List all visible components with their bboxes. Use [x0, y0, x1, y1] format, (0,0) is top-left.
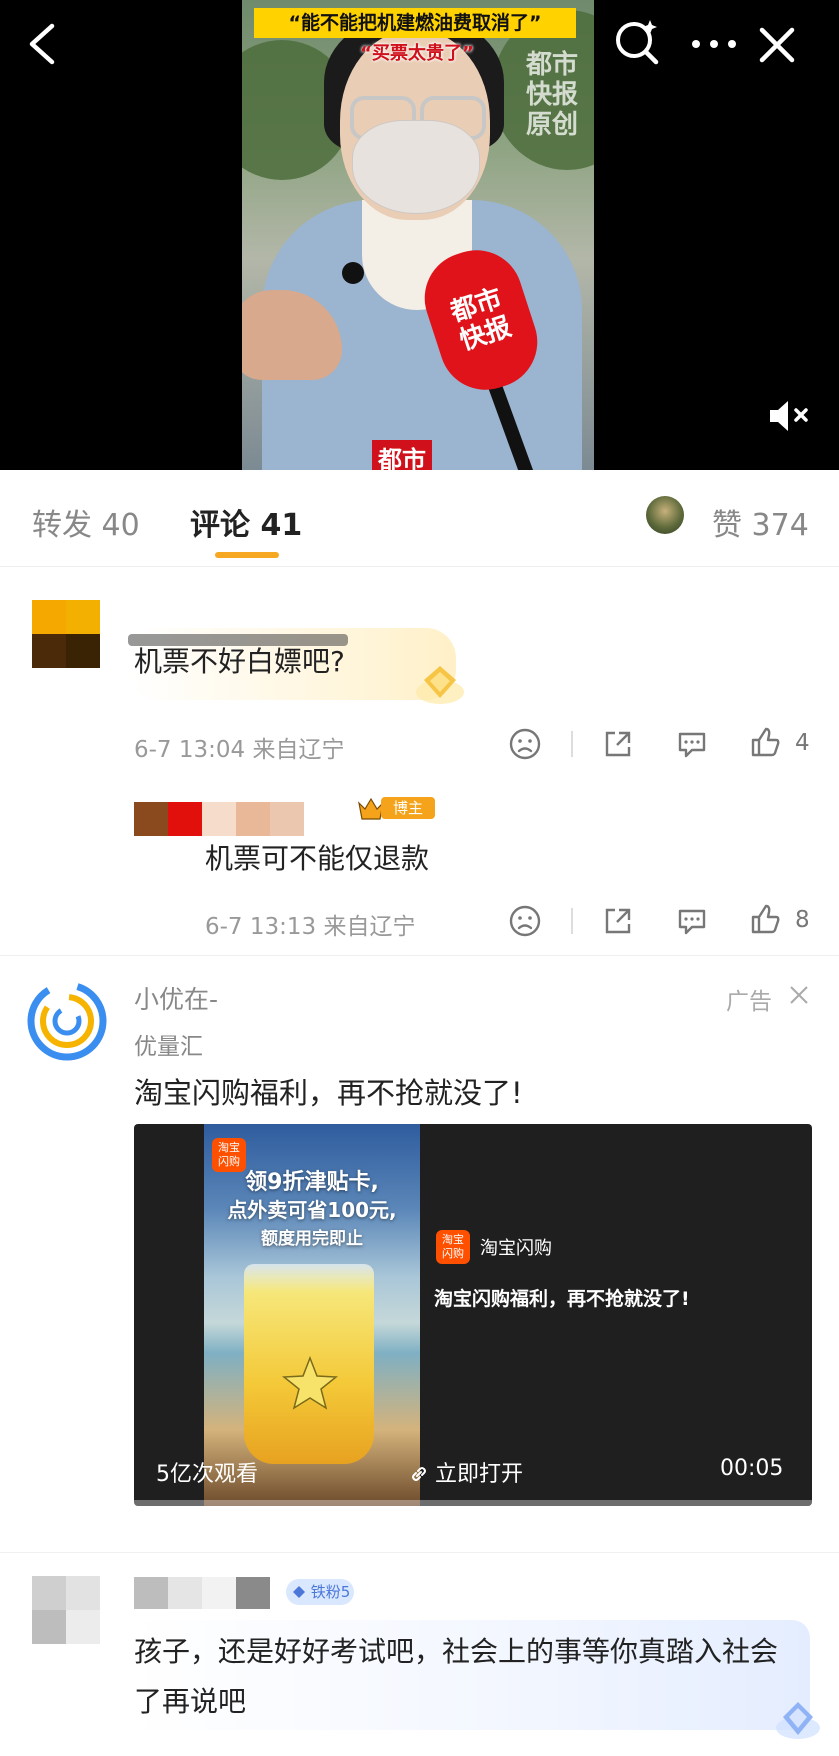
avatar-pixel	[32, 1576, 66, 1610]
ad-video[interactable]: 淘宝 闪购 领9折津贴卡, 点外卖可省100元, 额度用完即止 淘宝 闪购 淘宝…	[134, 1124, 812, 1506]
ad-account-name[interactable]: 小优在-	[134, 980, 218, 1016]
mic-text: 都市 快报	[446, 283, 515, 357]
blurred-username	[134, 1577, 270, 1609]
diamond-icon	[293, 1586, 305, 1598]
bubble-decoration-icon	[776, 1702, 820, 1739]
face-mask	[352, 120, 480, 214]
fan-badge-label: 铁粉5	[310, 1583, 351, 1601]
interaction-tabs: 转发 40 评论 41 赞 374	[0, 470, 839, 567]
avatar-pixel	[66, 600, 100, 634]
open-link-button[interactable]: 立即打开	[410, 1456, 523, 1488]
back-icon[interactable]	[24, 22, 64, 66]
fan-badge: 铁粉5	[286, 1579, 354, 1605]
active-tab-indicator	[215, 552, 279, 558]
avatar-pixel	[32, 600, 66, 634]
video-banner-title: “能不能把机建燃油费取消了”	[254, 8, 576, 38]
section-divider	[0, 1552, 839, 1553]
app-icon: 淘宝 闪购	[436, 1230, 470, 1264]
blur-pixel	[134, 1577, 168, 1609]
video-frame: 都市 快报 “能不能把机建燃油费取消了” “买票太贵了” 都市 快报 原创 都市	[242, 0, 594, 470]
share-icon[interactable]	[601, 727, 635, 761]
blur-pixel	[168, 1577, 202, 1609]
avatar-pixel	[66, 1576, 100, 1610]
blur-pixel	[236, 802, 270, 836]
advertiser-logo[interactable]	[26, 980, 108, 1062]
blur-pixel	[134, 802, 168, 836]
star-decoration-icon	[281, 1355, 339, 1410]
section-divider	[0, 955, 839, 956]
poster-line: 额度用完即止	[261, 1229, 363, 1249]
video-slogan: 淘宝闪购福利，再不抢就没了!	[434, 1288, 690, 1310]
app-name: 淘宝闪购	[480, 1238, 552, 1259]
comment-text: 机票可不能仅退款	[205, 842, 430, 875]
blogger-badge: 博主	[357, 795, 435, 821]
ad-label: 广告	[726, 989, 772, 1015]
liker-avatar[interactable]	[646, 496, 684, 534]
divider	[571, 731, 573, 757]
dislike-icon[interactable]	[508, 904, 542, 938]
tab-repost[interactable]: 转发 40	[32, 500, 140, 544]
avatar-pixel	[66, 1610, 100, 1644]
tab-comments[interactable]: 评论 41	[190, 500, 302, 544]
poster-line: 点外卖可省100元,	[227, 1198, 397, 1222]
blur-pixel	[202, 802, 236, 836]
ad-close-icon[interactable]	[788, 984, 810, 1006]
link-icon	[412, 1467, 426, 1481]
avatar-pixel	[32, 634, 66, 668]
comment-meta: 6-7 13:04 来自辽宁	[134, 737, 345, 763]
reply-icon[interactable]	[675, 904, 709, 938]
search-icon[interactable]	[612, 18, 664, 68]
divider	[571, 908, 573, 934]
video-player[interactable]: 都市 快报 “能不能把机建燃油费取消了” “买票太贵了” 都市 快报 原创 都市	[0, 0, 839, 470]
comment-text: 机票不好白嫖吧?	[134, 645, 345, 678]
avatar[interactable]	[32, 600, 100, 668]
poster-line: 领9折津贴卡,	[245, 1170, 379, 1195]
blogger-badge-label: 博主	[381, 797, 435, 819]
like-icon[interactable]	[749, 902, 783, 936]
clip-microphone	[342, 262, 364, 284]
avatar-pixel	[32, 1610, 66, 1644]
bubble-decoration-icon	[416, 666, 464, 704]
like-count: 8	[795, 907, 810, 933]
ad-headline[interactable]: 淘宝闪购福利，再不抢就没了!	[134, 1070, 523, 1112]
reply-icon[interactable]	[675, 727, 709, 761]
blur-pixel	[202, 1577, 236, 1609]
video-banner-subtitle: “买票太贵了”	[360, 43, 474, 64]
dislike-icon[interactable]	[508, 727, 542, 761]
view-count: 5亿次观看	[156, 1462, 258, 1487]
open-link-label: 立即打开	[435, 1462, 524, 1487]
like-icon[interactable]	[749, 725, 783, 759]
mute-icon[interactable]	[766, 394, 814, 438]
blur-pixel	[270, 802, 304, 836]
ad-poster: 淘宝 闪购 领9折津贴卡, 点外卖可省100元, 额度用完即止	[204, 1124, 420, 1506]
blur-pixel	[236, 1577, 270, 1609]
video-watermark: 都市 快报 原创	[525, 50, 578, 140]
ad-sub-name: 优量汇	[134, 1034, 203, 1060]
video-duration: 00:05	[720, 1456, 784, 1481]
tab-likes[interactable]: 赞 374	[712, 500, 809, 544]
more-icon[interactable]	[688, 24, 740, 64]
share-icon[interactable]	[601, 904, 635, 938]
avatar[interactable]	[32, 1576, 100, 1644]
avatar-pixel	[66, 634, 100, 668]
comment-text: 孩子，还是好好考试吧，社会上的事等你真踏入社会了再说吧	[134, 1635, 779, 1718]
video-bottom-logo: 都市	[372, 440, 432, 470]
close-icon[interactable]	[754, 22, 800, 68]
comment-meta: 6-7 13:13 来自辽宁	[205, 914, 416, 940]
blurred-username	[134, 802, 304, 836]
blur-pixel	[168, 802, 202, 836]
video-progress-bar[interactable]	[134, 1500, 812, 1506]
like-count: 4	[795, 730, 810, 756]
